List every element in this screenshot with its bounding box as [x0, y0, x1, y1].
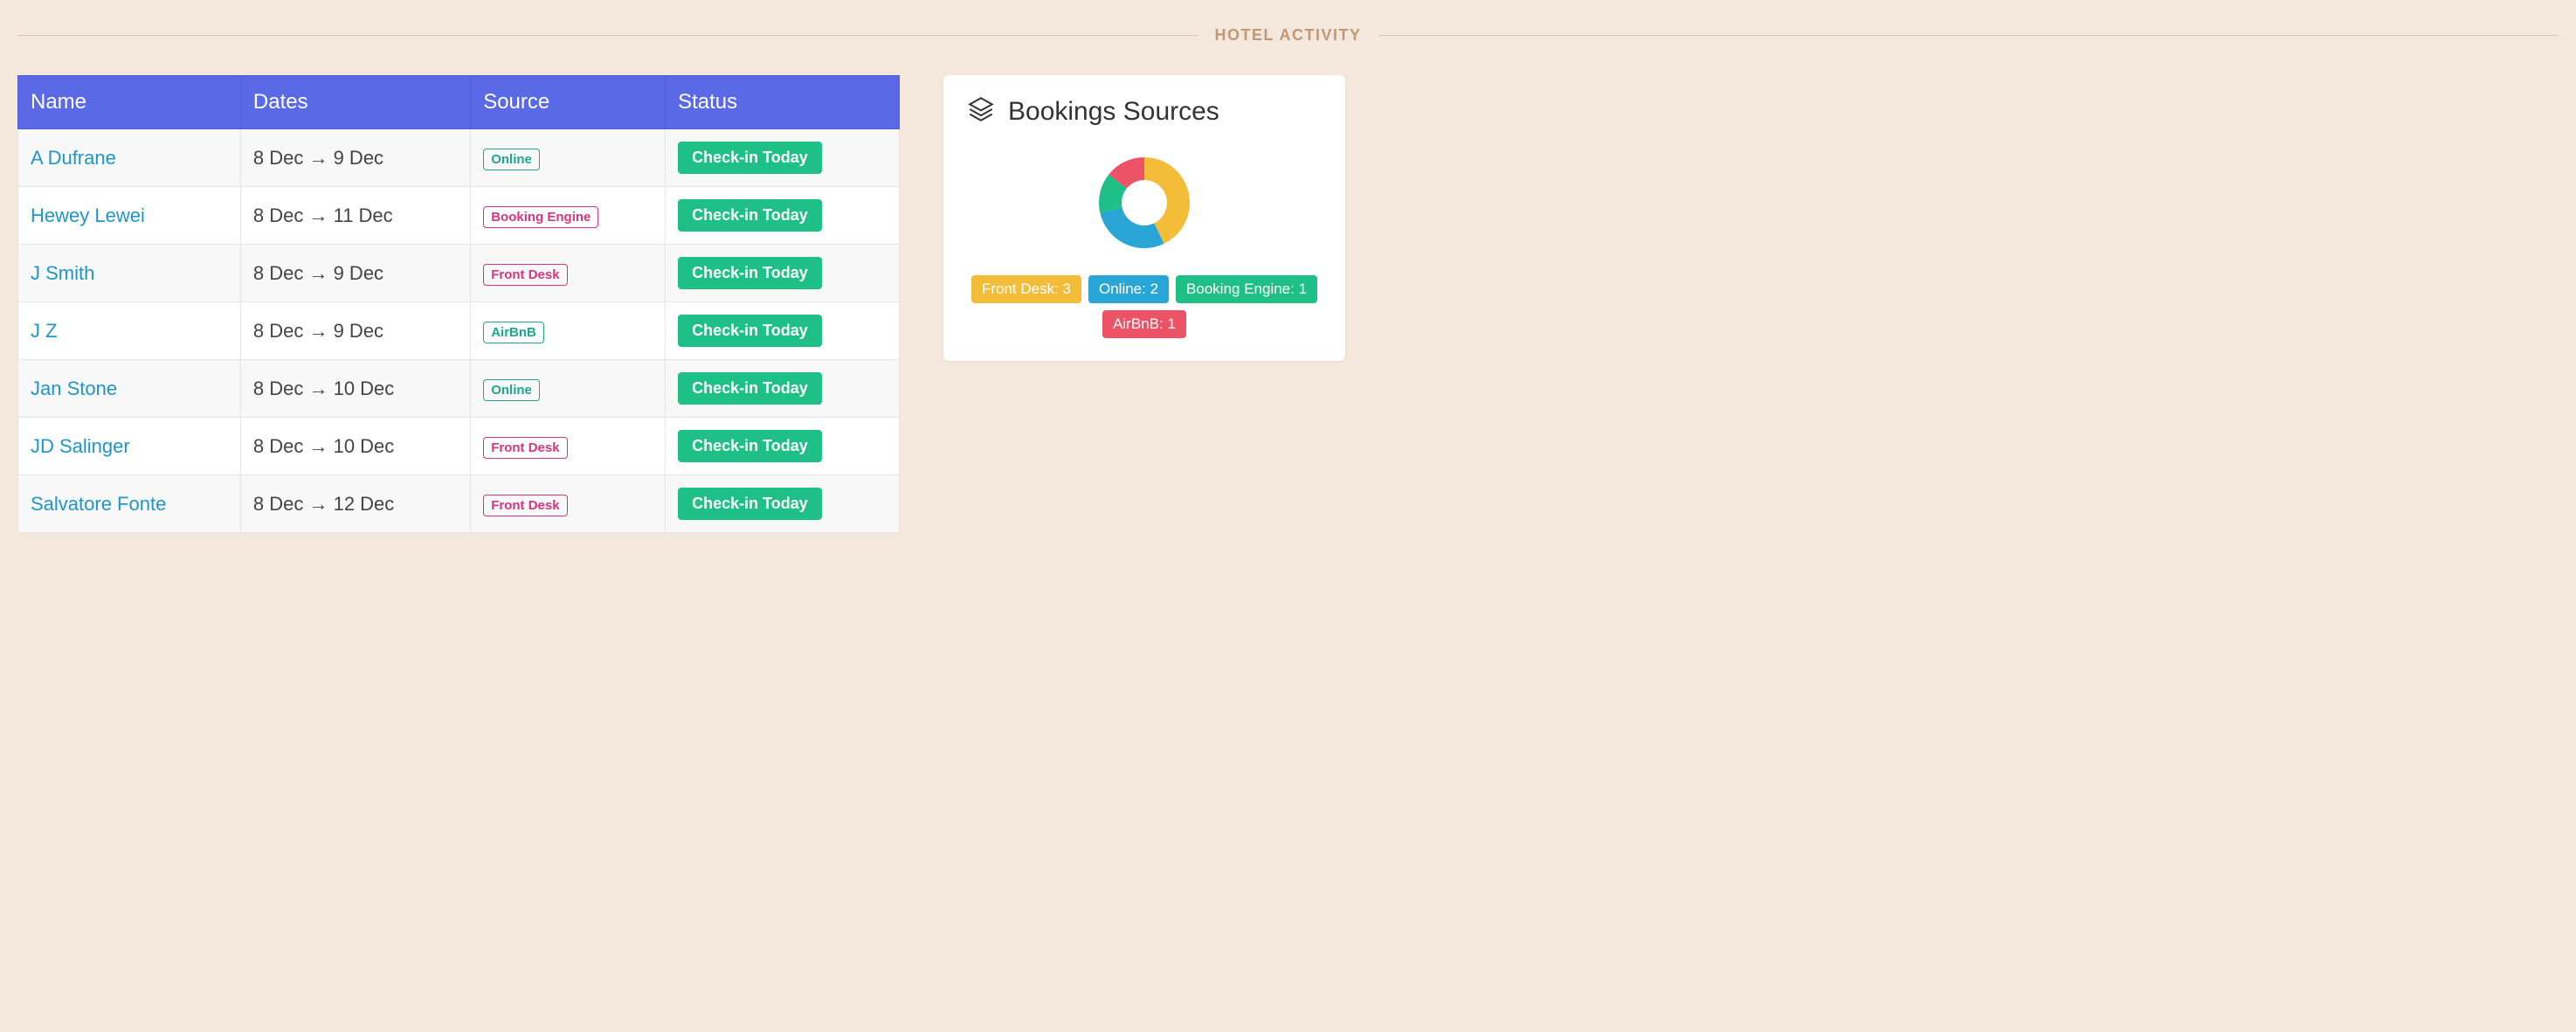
col-header-status: Status — [666, 76, 900, 129]
check-in-button[interactable]: Check-in Today — [678, 199, 822, 232]
legend-pill: AirBnB: 1 — [1102, 310, 1186, 338]
guest-name-link[interactable]: J Smith — [31, 262, 94, 284]
table-row: J Smith 8 Dec → 9 Dec Front Desk Check-in T… — [18, 245, 900, 302]
table-row: Hewey Lewei 8 Dec → 11 Dec Booking Engine C… — [18, 187, 900, 245]
dates-cell: 8 Dec → 12 Dec — [240, 475, 470, 533]
table-row: Jan Stone 8 Dec → 10 Dec Online Check-in To… — [18, 360, 900, 418]
source-badge: Front Desk — [483, 264, 567, 286]
check-in-button[interactable]: Check-in Today — [678, 315, 822, 347]
activity-table-container: Name Dates Source Status A Dufrane 8 Dec … — [17, 75, 900, 533]
dates-cell: 8 Dec → 10 Dec — [240, 360, 470, 418]
source-badge: Booking Engine — [483, 206, 598, 228]
col-header-source: Source — [471, 76, 666, 129]
table-row: Salvatore Fonte 8 Dec → 12 Dec Front Desk C… — [18, 475, 900, 533]
donut-slice — [1100, 208, 1164, 248]
source-badge: Front Desk — [483, 495, 567, 516]
donut-chart — [966, 146, 1323, 260]
source-badge: AirBnB — [483, 322, 544, 343]
check-in-button[interactable]: Check-in Today — [678, 372, 822, 405]
bookings-sources-card: Bookings Sources Front Desk: 3Online: 2B… — [943, 75, 1345, 361]
dates-cell: 8 Dec → 11 Dec — [240, 187, 470, 245]
divider-left — [17, 35, 1198, 36]
source-badge: Online — [483, 149, 540, 170]
guest-name-link[interactable]: J Z — [31, 320, 58, 342]
guest-name-link[interactable]: A Dufrane — [31, 147, 116, 169]
legend: Front Desk: 3Online: 2Booking Engine: 1 A… — [966, 275, 1323, 338]
legend-pill: Online: 2 — [1088, 275, 1169, 303]
check-in-button[interactable]: Check-in Today — [678, 257, 822, 289]
check-in-button[interactable]: Check-in Today — [678, 488, 822, 520]
guest-name-link[interactable]: Hewey Lewei — [31, 204, 145, 226]
legend-pill: Front Desk: 3 — [971, 275, 1081, 303]
layers-icon — [966, 94, 996, 128]
section-title: HOTEL ACTIVITY — [1198, 26, 1379, 45]
dates-cell: 8 Dec → 9 Dec — [240, 129, 470, 187]
check-in-button[interactable]: Check-in Today — [678, 430, 822, 462]
check-in-button[interactable]: Check-in Today — [678, 142, 822, 174]
table-row: JD Salinger 8 Dec → 10 Dec Front Desk Check… — [18, 418, 900, 475]
guest-name-link[interactable]: JD Salinger — [31, 435, 130, 457]
dates-cell: 8 Dec → 9 Dec — [240, 302, 470, 360]
source-badge: Online — [483, 379, 540, 401]
guest-name-link[interactable]: Salvatore Fonte — [31, 493, 166, 515]
card-title: Bookings Sources — [1008, 97, 1219, 127]
dates-cell: 8 Dec → 10 Dec — [240, 418, 470, 475]
section-header: HOTEL ACTIVITY — [17, 26, 2559, 45]
table-row: J Z 8 Dec → 9 Dec AirBnB Check-in Today — [18, 302, 900, 360]
source-badge: Front Desk — [483, 437, 567, 459]
legend-pill: Booking Engine: 1 — [1176, 275, 1317, 303]
col-header-name: Name — [18, 76, 241, 129]
activity-table: Name Dates Source Status A Dufrane 8 Dec … — [17, 75, 900, 533]
table-row: A Dufrane 8 Dec → 9 Dec Online Check-in Tod… — [18, 129, 900, 187]
col-header-dates: Dates — [240, 76, 470, 129]
divider-right — [1379, 35, 2559, 36]
dates-cell: 8 Dec → 9 Dec — [240, 245, 470, 302]
guest-name-link[interactable]: Jan Stone — [31, 377, 117, 399]
